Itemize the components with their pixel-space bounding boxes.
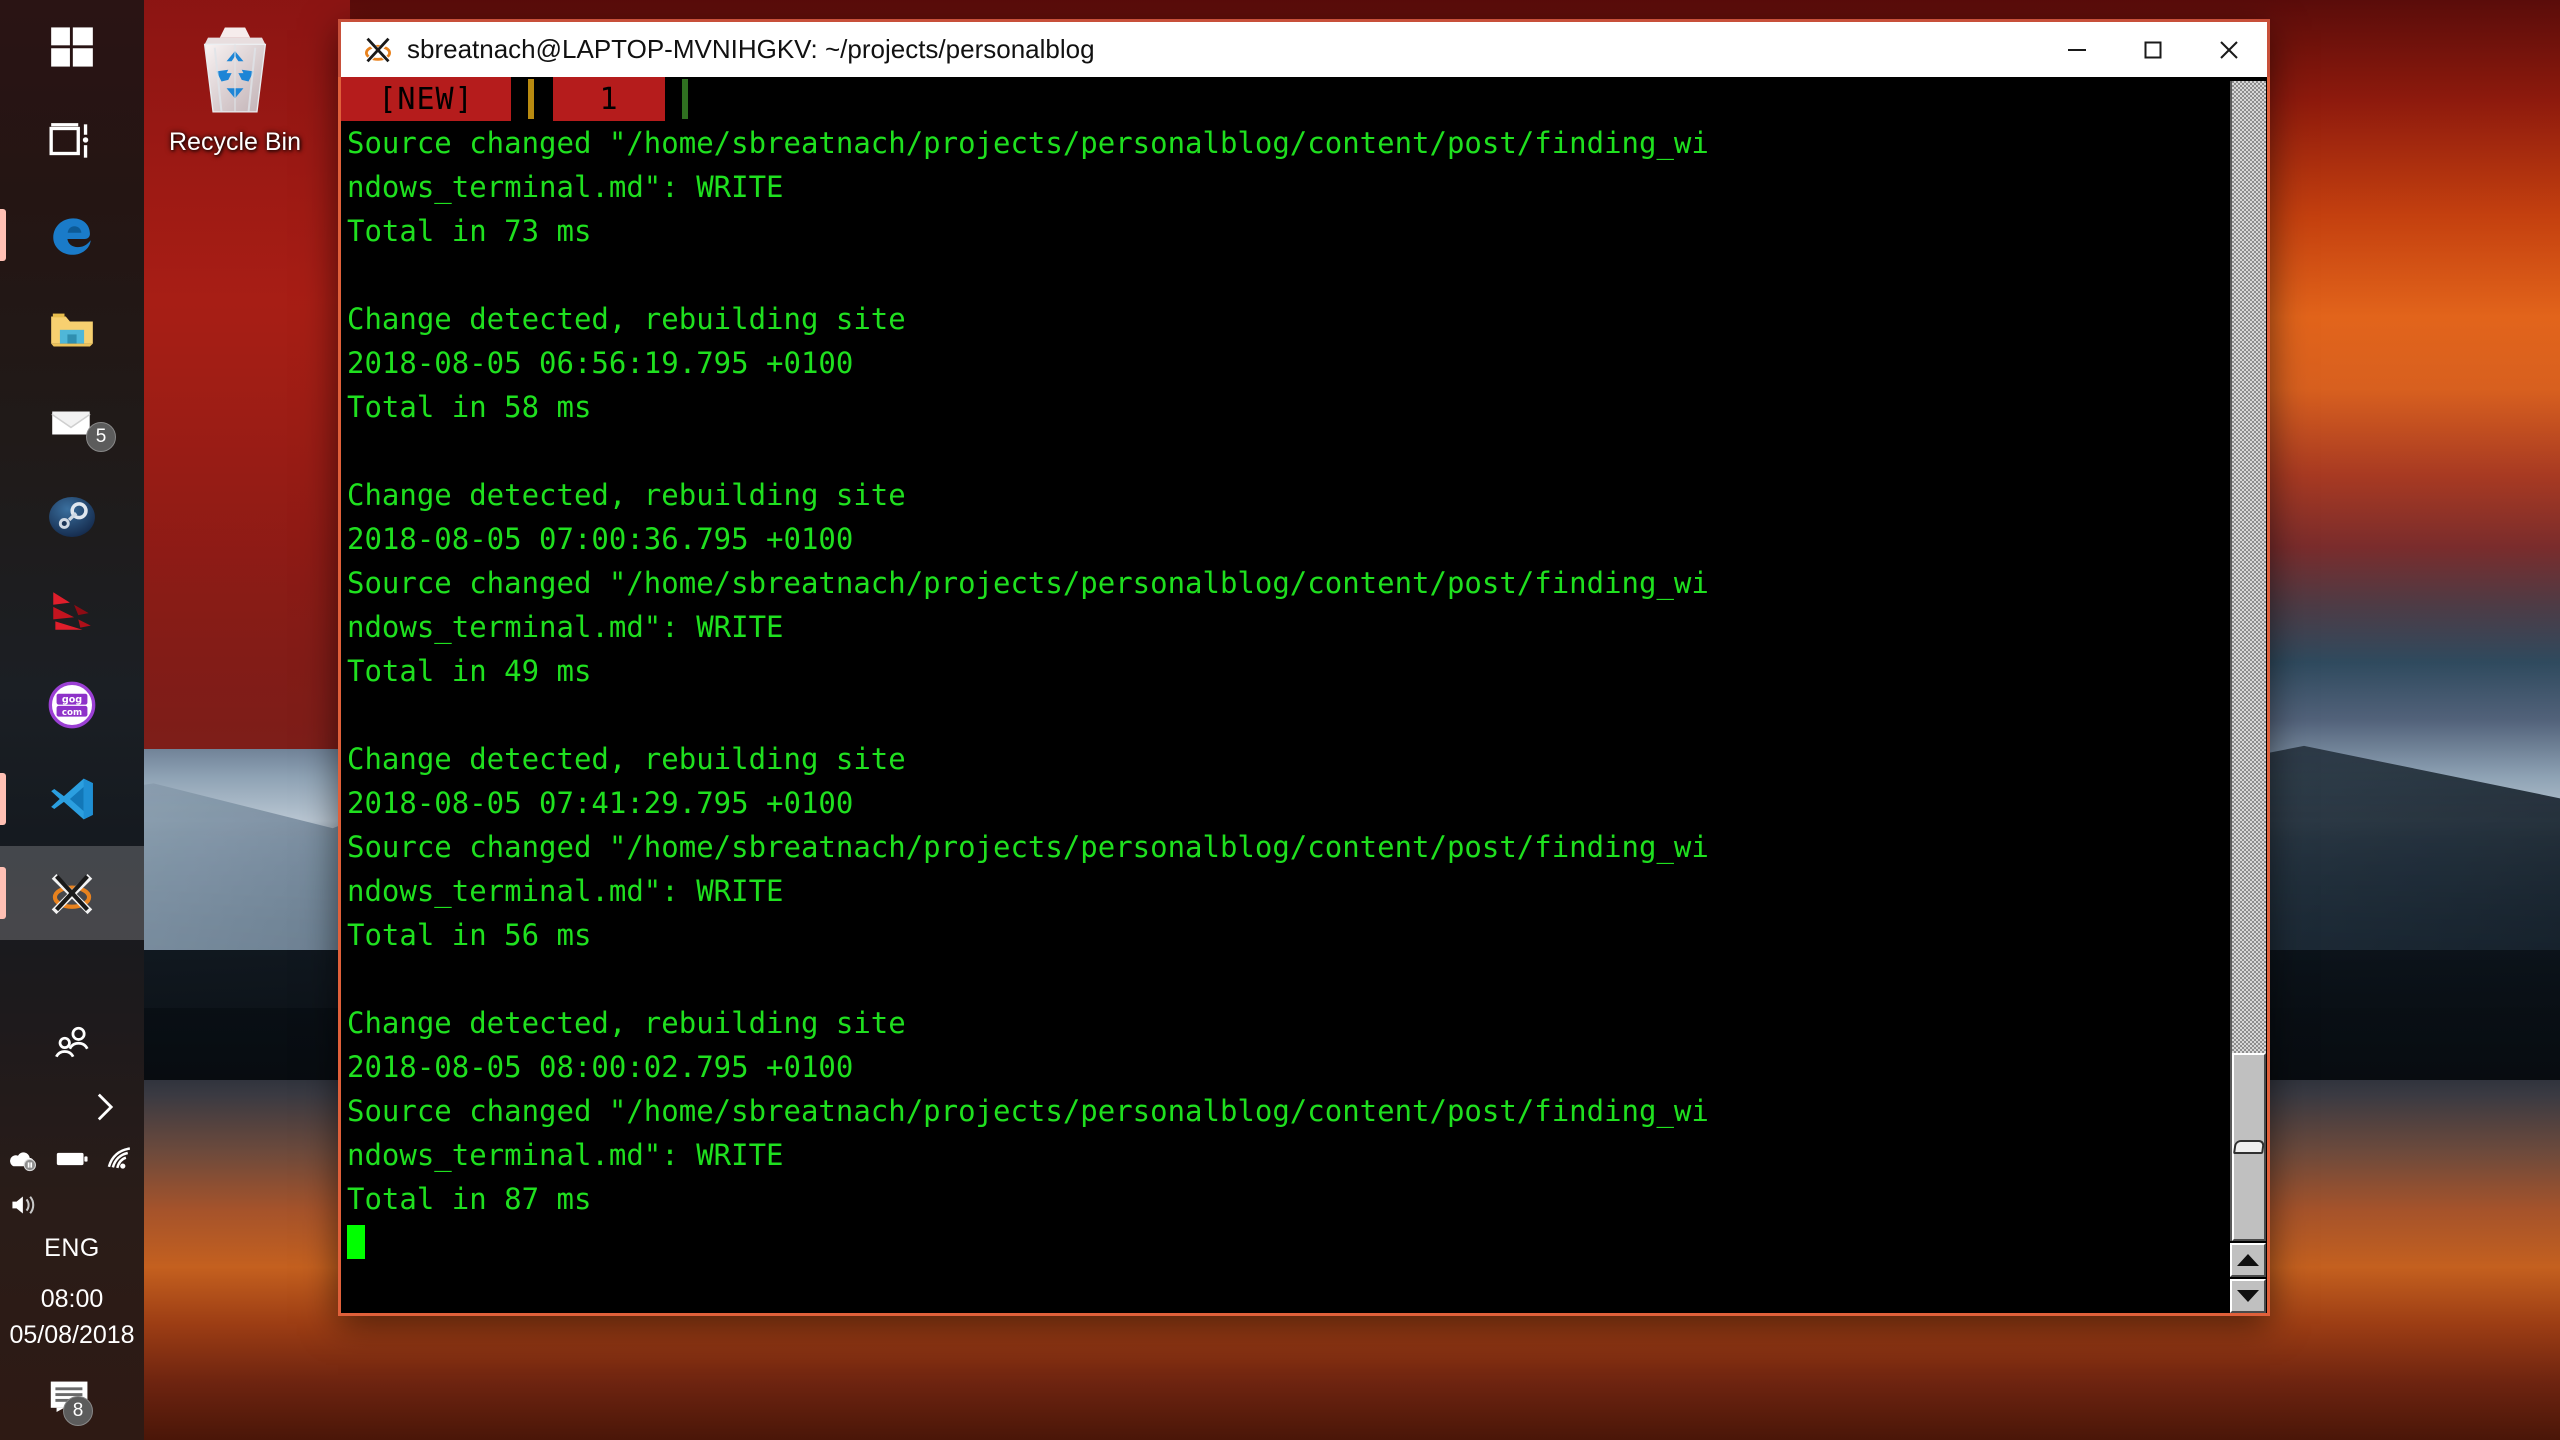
terminal-body: [NEW] 1 Source changed "/home/sbreatnach… <box>341 77 2267 1313</box>
battery-icon[interactable] <box>55 1144 89 1174</box>
maximize-button[interactable] <box>2115 21 2191 79</box>
gog-com-icon: gog com <box>48 681 96 729</box>
system-tray: ENG 08:00 05/08/2018 8 <box>0 1024 144 1440</box>
terminal-output: Source changed "/home/sbreatnach/project… <box>341 121 2229 1265</box>
file-explorer-icon <box>51 313 93 347</box>
window-titlebar[interactable]: sbreatnach@LAPTOP-MVNIHGKV: ~/projects/p… <box>338 19 2270 77</box>
terminal-line: ndows_terminal.md": WRITE <box>347 1138 784 1172</box>
svg-text:gog: gog <box>62 695 82 706</box>
terminal-line: Source changed "/home/sbreatnach/project… <box>347 830 1709 864</box>
onedrive-paused-icon[interactable] <box>5 1144 39 1174</box>
terminal-line: Total in 56 ms <box>347 918 592 952</box>
maximize-icon <box>2144 41 2162 58</box>
mail-badge: 5 <box>86 422 116 452</box>
terminal-line: Source changed "/home/sbreatnach/project… <box>347 566 1709 600</box>
scroll-up-arrow-icon <box>2237 1254 2259 1266</box>
terminal-cursor <box>347 1225 365 1259</box>
close-icon <box>2220 40 2238 59</box>
chevron-right-icon[interactable] <box>90 1090 120 1124</box>
tab-1[interactable]: 1 <box>553 77 665 121</box>
taskbar-item-vscode[interactable] <box>0 752 144 846</box>
taskbar-item-game-launcher[interactable] <box>0 564 144 658</box>
steam-icon <box>49 497 95 537</box>
desktop-icon-recycle-bin[interactable]: Recycle Bin <box>155 14 315 157</box>
running-indicator-active <box>0 867 6 919</box>
windows-start-icon <box>51 27 93 67</box>
tray-language-indicator[interactable]: ENG <box>44 1234 100 1263</box>
running-indicator <box>0 773 6 825</box>
terminal-line: ndows_terminal.md": WRITE <box>347 170 784 204</box>
desktop-icon-label: Recycle Bin <box>169 128 301 156</box>
close-button[interactable] <box>2191 21 2267 79</box>
tab-separator-1 <box>511 77 553 121</box>
task-view-icon <box>49 123 89 158</box>
taskbar-item-start[interactable] <box>0 0 144 94</box>
scrollbar-thumb[interactable] <box>2232 1053 2266 1241</box>
minimize-icon <box>2068 48 2086 51</box>
scroll-down-arrow-icon <box>2237 1290 2259 1302</box>
tray-overflow-row <box>0 1090 144 1124</box>
tray-status-row-1 <box>0 1144 144 1174</box>
terminal-cursor-line <box>347 1221 2229 1265</box>
x-server-icon <box>51 873 93 915</box>
clock-time: 08:00 <box>40 1284 104 1313</box>
terminal-line: ndows_terminal.md": WRITE <box>347 874 784 908</box>
terminal-line: Change detected, rebuilding site <box>347 1006 906 1040</box>
terminal-line: Change detected, rebuilding site <box>347 478 906 512</box>
terminal-scrollbar[interactable] <box>2229 77 2267 1313</box>
svg-text:com: com <box>62 708 82 718</box>
vscode-icon <box>51 778 93 820</box>
clock-date: 05/08/2018 <box>9 1320 135 1349</box>
terminal-line: Total in 58 ms <box>347 390 592 424</box>
terminal-line: Change detected, rebuilding site <box>347 302 906 336</box>
x-server-icon <box>364 36 392 64</box>
notifications-badge: 8 <box>63 1396 93 1426</box>
terminal-content-area[interactable]: [NEW] 1 Source changed "/home/sbreatnach… <box>341 77 2229 1313</box>
terminal-line: Total in 73 ms <box>347 214 592 248</box>
red-triangles-icon <box>53 592 91 630</box>
minimize-button[interactable] <box>2039 21 2115 79</box>
terminal-line: Total in 87 ms <box>347 1182 592 1216</box>
taskbar-item-mail[interactable]: 5 <box>0 376 144 470</box>
taskbar-clock[interactable]: 08:00 05/08/2018 <box>9 1281 134 1354</box>
taskbar-item-edge[interactable] <box>0 188 144 282</box>
tray-people-row <box>0 1024 144 1064</box>
terminal-line: Source changed "/home/sbreatnach/project… <box>347 1094 1709 1128</box>
tab-separator-2 <box>665 77 707 121</box>
terminal-line: 2018-08-05 08:00:02.795 +0100 <box>347 1050 854 1084</box>
taskbar-item-x-server[interactable] <box>0 846 144 940</box>
tray-status-row-2 <box>0 1190 144 1220</box>
taskbar: 5 gog com ENG 08:00 05/08/2018 8 <box>0 0 144 1440</box>
taskbar-item-steam[interactable] <box>0 470 144 564</box>
scroll-down-button[interactable] <box>2230 1279 2266 1313</box>
taskbar-item-gog[interactable]: gog com <box>0 658 144 752</box>
terminal-line: Total in 49 ms <box>347 654 592 688</box>
window-title: sbreatnach@LAPTOP-MVNIHGKV: ~/projects/p… <box>407 34 1095 64</box>
terminal-line: Source changed "/home/sbreatnach/project… <box>347 126 1709 160</box>
running-indicator <box>0 209 6 261</box>
terminal-line: 2018-08-05 07:00:36.795 +0100 <box>347 522 854 556</box>
recycle-bin-icon <box>203 27 267 113</box>
tab-new[interactable]: [NEW] <box>341 77 511 121</box>
people-icon[interactable] <box>50 1024 94 1064</box>
terminal-line: Change detected, rebuilding site <box>347 742 906 776</box>
speaker-icon[interactable] <box>10 1190 44 1220</box>
terminal-line: ndows_terminal.md": WRITE <box>347 610 784 644</box>
scrollbar-trough[interactable] <box>2230 81 2266 1241</box>
notifications-button[interactable]: 8 <box>45 1375 99 1426</box>
terminal-tabbar: [NEW] 1 <box>341 77 2229 121</box>
edge-icon <box>53 218 91 255</box>
terminal-window: sbreatnach@LAPTOP-MVNIHGKV: ~/projects/p… <box>338 19 2270 1316</box>
wifi-icon[interactable] <box>105 1144 139 1174</box>
taskbar-item-file-explorer[interactable] <box>0 282 144 376</box>
terminal-line: 2018-08-05 07:41:29.795 +0100 <box>347 786 854 820</box>
scroll-up-button[interactable] <box>2230 1243 2266 1277</box>
terminal-line: 2018-08-05 06:56:19.795 +0100 <box>347 346 854 380</box>
taskbar-item-task-view[interactable] <box>0 94 144 188</box>
